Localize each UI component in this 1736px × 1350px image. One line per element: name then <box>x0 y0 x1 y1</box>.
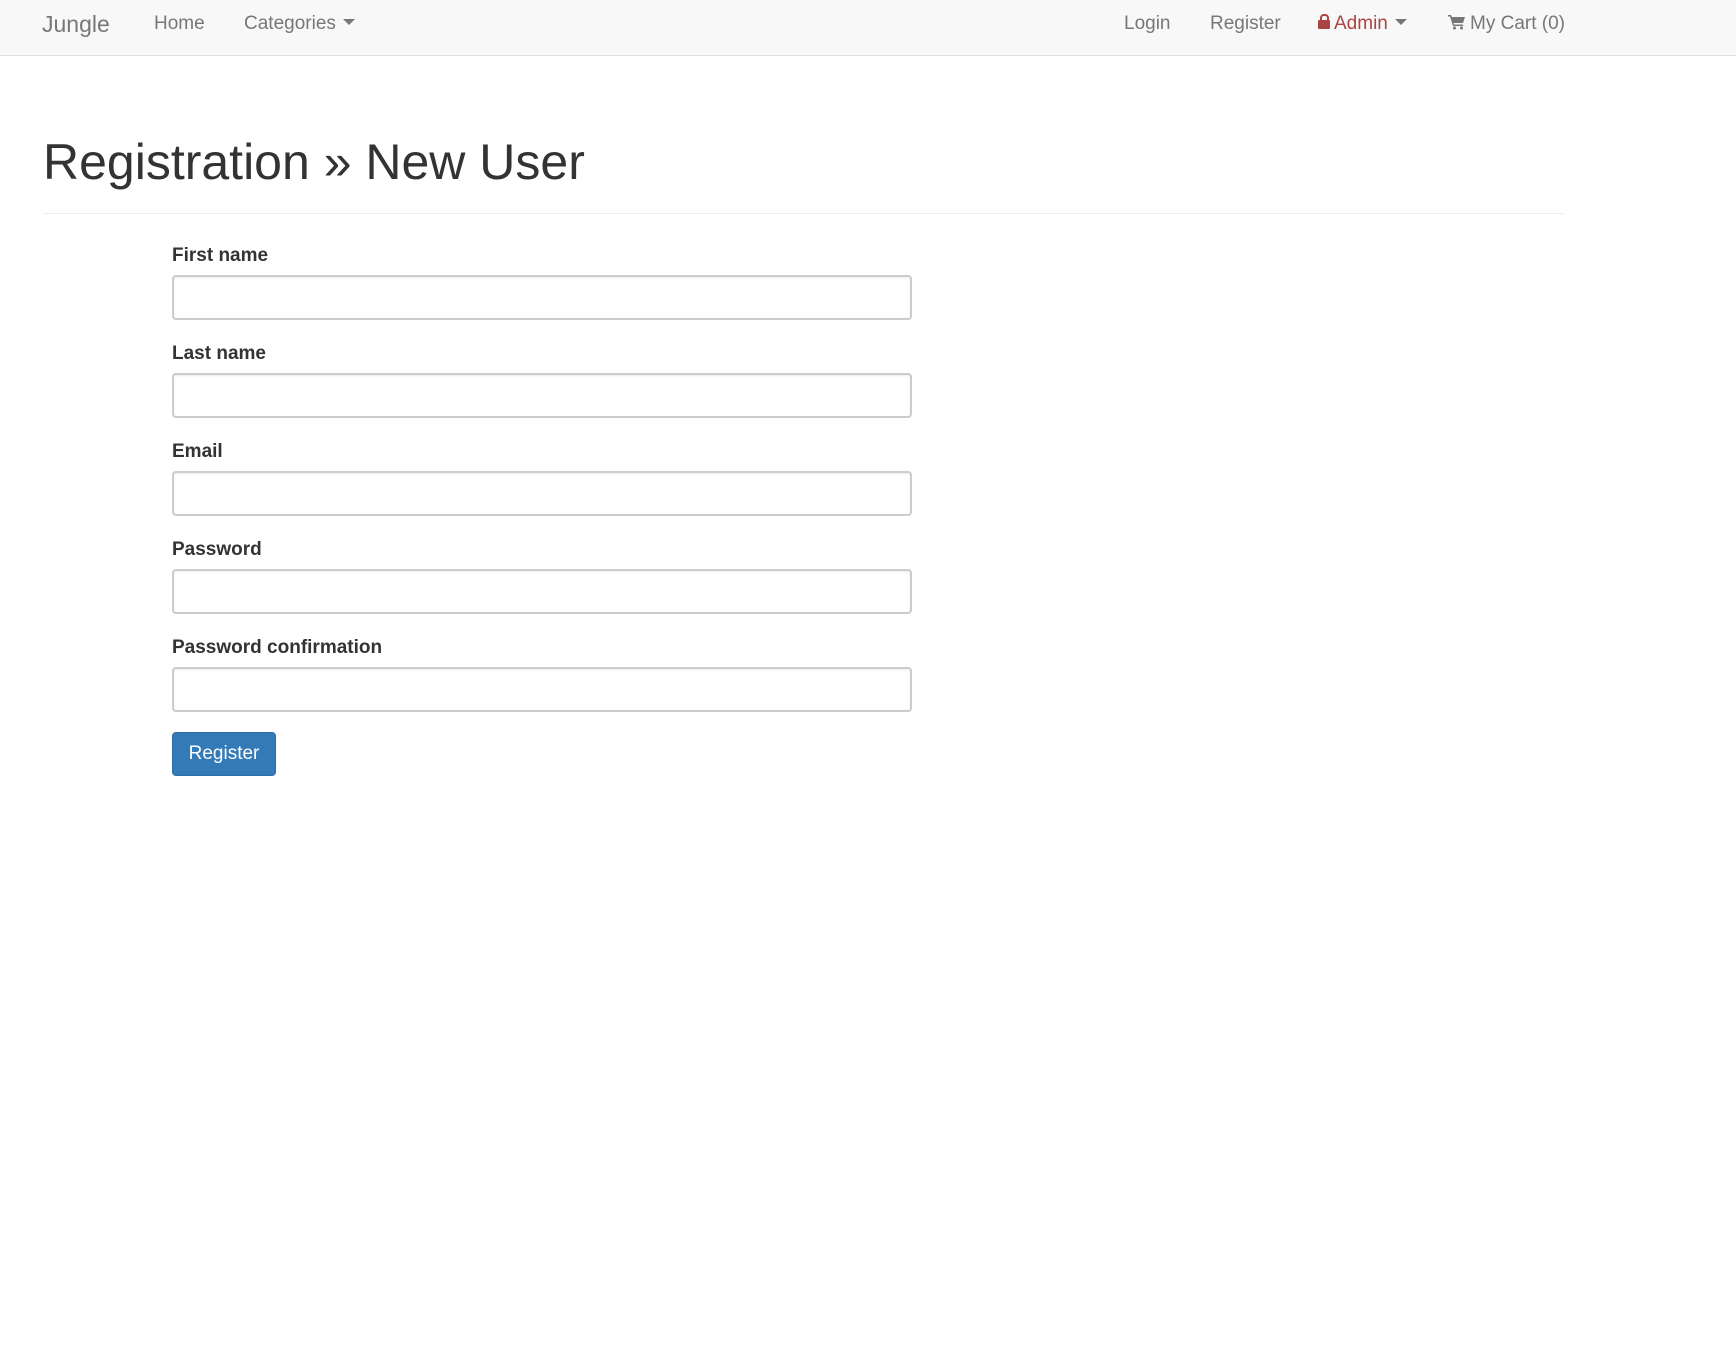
password-group: Password <box>172 539 912 614</box>
email-group: Email <box>172 441 912 516</box>
nav-categories-dropdown[interactable]: Categories <box>244 0 355 56</box>
password-confirmation-group: Password confirmation <box>172 637 912 712</box>
last-name-label: Last name <box>172 343 266 364</box>
first-name-label: First name <box>172 245 269 266</box>
nav-categories-label: Categories <box>244 13 336 34</box>
email-label: Email <box>172 441 223 462</box>
first-name-group: First name <box>172 245 912 320</box>
page-title: Registration » New User <box>43 134 585 190</box>
lock-icon <box>1318 14 1330 30</box>
nav-cart-link[interactable]: My Cart (0) <box>1448 0 1565 56</box>
password-input[interactable] <box>172 569 912 614</box>
nav-admin-label: Admin <box>1334 13 1388 34</box>
nav-home-link[interactable]: Home <box>154 0 205 56</box>
chevron-down-icon <box>342 18 355 25</box>
last-name-input[interactable] <box>172 373 912 418</box>
nav-login-link[interactable]: Login <box>1124 0 1171 56</box>
first-name-input[interactable] <box>172 275 912 320</box>
password-label: Password <box>172 539 262 560</box>
nav-cart-label: My Cart (0) <box>1470 13 1565 34</box>
title-divider <box>43 213 1564 214</box>
brand-link[interactable]: Jungle <box>42 0 110 56</box>
last-name-group: Last name <box>172 343 912 418</box>
password-confirmation-input[interactable] <box>172 667 912 712</box>
top-navbar: Jungle Home Categories Login Register Ad… <box>0 0 1736 56</box>
email-input[interactable] <box>172 471 912 516</box>
register-submit-button[interactable]: Register <box>172 732 276 776</box>
chevron-down-icon <box>1394 18 1407 25</box>
nav-admin-dropdown[interactable]: Admin <box>1318 0 1407 56</box>
password-confirmation-label: Password confirmation <box>172 637 383 658</box>
nav-register-link[interactable]: Register <box>1210 0 1281 56</box>
shopping-cart-icon <box>1448 14 1465 30</box>
